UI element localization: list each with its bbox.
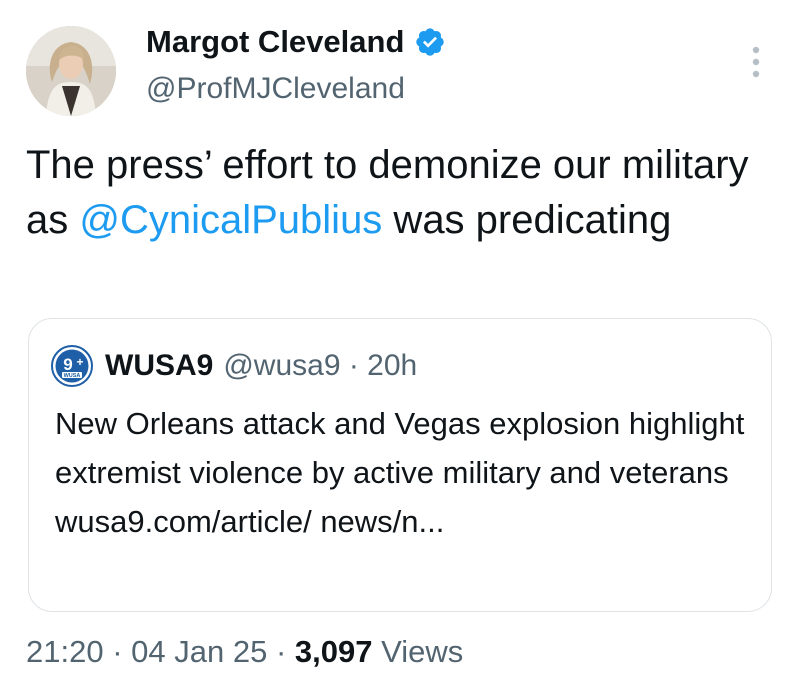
avatar-image: [26, 26, 116, 116]
verified-badge-icon: [416, 28, 445, 56]
more-options-icon[interactable]: [744, 42, 768, 82]
separator-dot: ·: [275, 634, 287, 669]
separator-dot: ·: [112, 634, 123, 669]
tweet-card: Margot Cleveland @ProfMJCleveland The pr…: [0, 0, 800, 694]
tweet-footer: 21:20 · 04 Jan 25 · 3,097 Views: [26, 634, 463, 670]
tweet-date[interactable]: 04 Jan 25: [131, 634, 267, 669]
views-label: Views: [381, 634, 464, 669]
quote-header: 9 + WUSA WUSA9 @wusa9 · 20h: [51, 345, 417, 387]
svg-text:+: +: [76, 355, 83, 369]
tweet-time[interactable]: 21:20: [26, 634, 104, 669]
svg-text:WUSA: WUSA: [64, 373, 81, 379]
quote-author-meta: @wusa9 · 20h: [223, 349, 418, 382]
quoted-tweet-card[interactable]: 9 + WUSA WUSA9 @wusa9 · 20h New Orleans …: [28, 318, 772, 612]
author-handle[interactable]: @ProfMJCleveland: [146, 72, 405, 106]
quote-author-name[interactable]: WUSA9: [105, 349, 213, 383]
tweet-text-after: was predicating: [382, 198, 672, 242]
wusa9-logo[interactable]: 9 + WUSA: [51, 345, 93, 387]
author-name[interactable]: Margot Cleveland: [146, 24, 404, 60]
quote-text: New Orleans attack and Vegas explosion h…: [55, 406, 745, 539]
mention-link[interactable]: @CynicalPublius: [79, 198, 382, 242]
svg-text:9: 9: [63, 355, 72, 374]
views-count: 3,097: [294, 634, 373, 669]
author-avatar[interactable]: [26, 26, 116, 116]
author-name-row[interactable]: Margot Cleveland: [146, 24, 446, 60]
tweet-text: The press’ effort to demonize our milita…: [26, 138, 766, 248]
